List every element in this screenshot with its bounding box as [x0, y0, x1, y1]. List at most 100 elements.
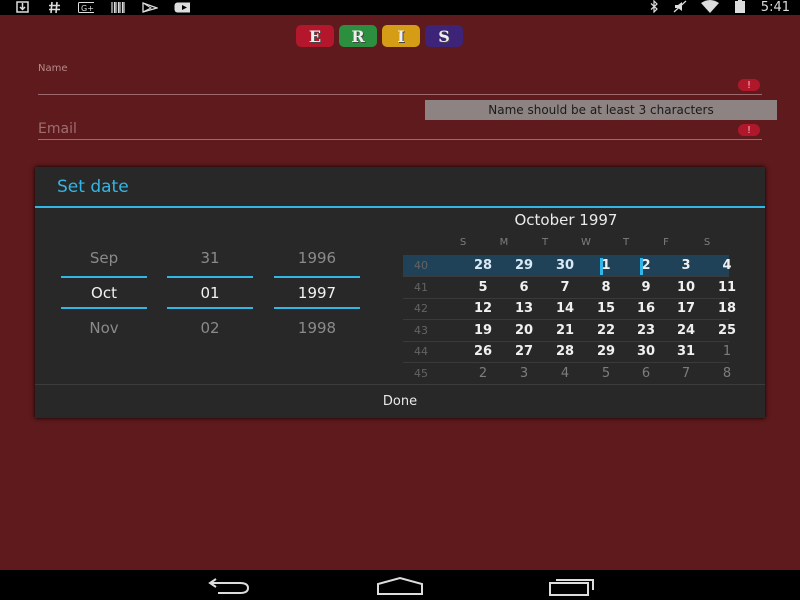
calendar-day[interactable]: 17	[666, 301, 706, 316]
calendar-day[interactable]: 31	[666, 344, 706, 359]
day-next[interactable]: 02	[167, 309, 253, 346]
calendar-day[interactable]: 29	[504, 258, 544, 273]
logo-letter-s: S	[425, 25, 463, 47]
weekday-label: T	[622, 237, 630, 248]
month-prev[interactable]: Sep	[61, 239, 147, 276]
calendar-day[interactable]: 12	[463, 301, 503, 316]
email-field[interactable]	[38, 139, 762, 140]
calendar-day[interactable]: 6	[504, 280, 544, 295]
calendar-day[interactable]: 1	[586, 258, 626, 273]
mute-icon	[673, 0, 687, 17]
calendar-week-row: 44 26 27 28 29 30 31 1	[403, 341, 731, 363]
barcode-icon	[110, 1, 126, 13]
app-logo: E R I S	[296, 25, 463, 47]
logo-letter-r: R	[339, 25, 377, 47]
calendar-day[interactable]: 7	[666, 366, 706, 381]
month-spinner[interactable]: Sep Oct Nov	[61, 239, 147, 346]
calendar-day[interactable]: 16	[626, 301, 666, 316]
calendar-day[interactable]: 9	[626, 280, 666, 295]
name-field-label: Name	[38, 63, 68, 74]
calendar-day[interactable]: 29	[586, 344, 626, 359]
year-spinner[interactable]: 1996 1997 1998	[274, 239, 360, 346]
svg-text:G+: G+	[81, 4, 94, 13]
month-next[interactable]: Nov	[61, 309, 147, 346]
calendar-week-row: 45 2 3 4 5 6 7 8	[403, 363, 731, 385]
calendar-day[interactable]: 24	[666, 323, 706, 338]
name-error-tooltip: Name should be at least 3 characters	[425, 100, 777, 120]
email-error-icon[interactable]: !	[738, 124, 760, 136]
calendar-day[interactable]: 18	[707, 301, 747, 316]
calendar-day[interactable]: 27	[504, 344, 544, 359]
calendar-day[interactable]: 14	[545, 301, 585, 316]
day-spinner[interactable]: 31 01 02	[167, 239, 253, 346]
recent-apps-icon[interactable]	[548, 576, 596, 596]
calendar-day[interactable]: 13	[504, 301, 544, 316]
bluetooth-icon	[650, 0, 659, 17]
title-divider	[35, 206, 765, 208]
play-store-icon	[142, 1, 158, 13]
weekday-label: S	[459, 237, 467, 248]
calendar-day[interactable]: 3	[666, 258, 706, 273]
calendar-week-row: 40 28 29 30 1 2 3 4	[403, 255, 732, 277]
calendar-month-title: October 1997	[514, 211, 618, 229]
calendar-day[interactable]: 23	[626, 323, 666, 338]
calendar-day[interactable]: 21	[545, 323, 585, 338]
calendar-day[interactable]: 4	[545, 366, 585, 381]
calendar-day[interactable]: 26	[463, 344, 503, 359]
name-error-icon[interactable]: !	[738, 79, 760, 91]
day-current[interactable]: 01	[167, 276, 253, 309]
calendar-day[interactable]: 8	[586, 280, 626, 295]
name-field[interactable]	[38, 94, 762, 95]
calendar-day[interactable]: 2	[626, 258, 666, 273]
done-button[interactable]: Done	[35, 385, 765, 418]
calendar-day[interactable]: 22	[586, 323, 626, 338]
calendar-day[interactable]: 25	[707, 323, 747, 338]
year-next[interactable]: 1998	[274, 309, 360, 346]
calendar-day[interactable]: 30	[545, 258, 585, 273]
calendar-day[interactable]: 8	[707, 366, 747, 381]
calendar-week-row: 41 5 6 7 8 9 10 11	[403, 277, 736, 299]
wifi-icon	[700, 0, 719, 17]
day-prev[interactable]: 31	[167, 239, 253, 276]
home-icon[interactable]	[376, 576, 424, 596]
week-number: 45	[414, 366, 428, 380]
calendar-day[interactable]: 10	[666, 280, 706, 295]
calendar-day[interactable]: 6	[626, 366, 666, 381]
week-number: 40	[414, 259, 428, 272]
calendar-day[interactable]: 28	[545, 344, 585, 359]
year-current[interactable]: 1997	[274, 276, 360, 309]
weekday-label: W	[581, 237, 591, 248]
calendar-day[interactable]: 5	[463, 280, 503, 295]
calendar-day[interactable]: 2	[463, 366, 503, 381]
dialog-title: Set date	[57, 177, 129, 197]
download-icon	[14, 1, 30, 13]
calendar-day[interactable]: 5	[586, 366, 626, 381]
calendar-day[interactable]: 20	[504, 323, 544, 338]
calendar-day[interactable]: 1	[707, 344, 747, 359]
google-plus-icon: G+	[78, 1, 94, 13]
calendar-week-row: 42 12 13 14 15 16 17 18	[403, 298, 736, 320]
youtube-icon	[174, 1, 190, 13]
calendar-day[interactable]: 15	[586, 301, 626, 316]
year-prev[interactable]: 1996	[274, 239, 360, 276]
logo-letter-e: E	[296, 25, 334, 47]
calendar-day[interactable]: 3	[504, 366, 544, 381]
calendar-day[interactable]: 28	[463, 258, 503, 273]
week-number: 44	[414, 345, 428, 358]
weekday-label: T	[541, 237, 549, 248]
calendar-day[interactable]: 4	[707, 258, 747, 273]
back-icon[interactable]	[204, 576, 252, 596]
weekday-label: F	[663, 237, 669, 248]
week-number: 43	[414, 323, 428, 337]
week-number: 41	[414, 280, 428, 294]
email-field-placeholder: Email	[38, 121, 77, 137]
date-picker-dialog: Set date Sep Oct Nov 31 01 02 1996 1997 …	[35, 167, 765, 418]
notification-icons: G+	[14, 1, 190, 13]
calendar-day[interactable]: 7	[545, 280, 585, 295]
calendar-day[interactable]: 30	[626, 344, 666, 359]
calendar-day[interactable]: 11	[707, 280, 747, 295]
calendar-week-row: 43 19 20 21 22 23 24 25	[403, 320, 736, 342]
month-current[interactable]: Oct	[61, 276, 147, 309]
hashtag-icon	[46, 1, 62, 13]
calendar-day[interactable]: 19	[463, 323, 503, 338]
